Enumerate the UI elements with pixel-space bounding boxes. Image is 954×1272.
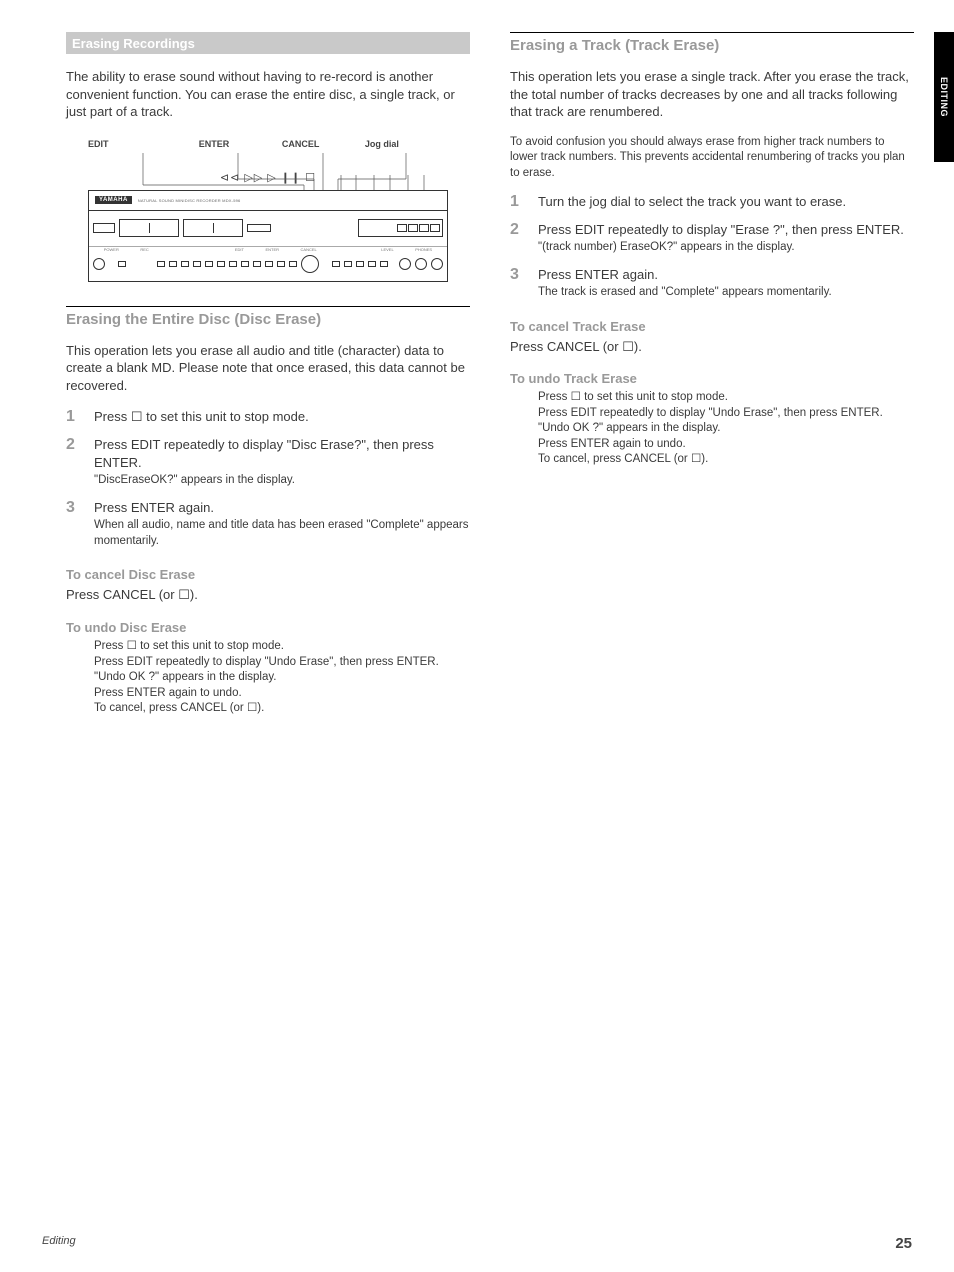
- step-note: The track is erased and "Complete" appea…: [538, 285, 914, 301]
- intro-text: The ability to erase sound without havin…: [66, 68, 470, 121]
- step-3: 3 Press ENTER again. The track is erased…: [510, 266, 914, 301]
- seek-btn-icon: [356, 261, 364, 267]
- step-number: 3: [66, 499, 84, 550]
- btn-icon: [193, 261, 201, 267]
- btn-icon: [181, 261, 189, 267]
- step-1: 1 Press ☐ to set this unit to stop mode.: [66, 408, 470, 426]
- phones-knob-icon: [431, 258, 443, 270]
- callout-jog: Jog dial: [365, 139, 448, 153]
- btn-icon: [169, 261, 177, 267]
- step-text: Press ENTER again.: [94, 499, 470, 517]
- step-2: 2 Press EDIT repeatedly to display "Eras…: [510, 221, 914, 256]
- btn-icon: [289, 261, 297, 267]
- btn-icon: [277, 261, 285, 267]
- product-label: NATURAL SOUND MINIDISC RECORDER MDX-596: [138, 198, 241, 203]
- disc-door2-icon: [183, 219, 243, 237]
- undo-line: To cancel, press CANCEL (or ☐).: [94, 701, 470, 717]
- step-note: "(track number) EraseOK?" appears in the…: [538, 240, 914, 256]
- step-text: Press ENTER again.: [538, 266, 914, 284]
- section-title-bar: Erasing Recordings: [66, 32, 470, 54]
- footer-left: Editing: [42, 1235, 76, 1252]
- step-text: Press EDIT repeatedly to display "Erase …: [538, 221, 914, 239]
- disc-erase-heading: Erasing the Entire Disc (Disc Erase): [66, 311, 470, 328]
- disc-door-icon: [119, 219, 179, 237]
- right-column: Erasing a Track (Track Erase) This opera…: [510, 32, 914, 717]
- cancel-subhead: To cancel Track Erase: [510, 319, 914, 334]
- step-note: When all audio, name and title data has …: [94, 518, 470, 549]
- btn-icon: [253, 261, 261, 267]
- step-text: Turn the jog dial to select the track yo…: [538, 193, 914, 211]
- jog-dial-icon: [301, 255, 319, 273]
- knob-icon: [415, 258, 427, 270]
- callout-edit: EDIT: [88, 139, 199, 153]
- step-number: 1: [66, 408, 84, 426]
- btn-icon: [265, 261, 273, 267]
- left-column: Erasing Recordings The ability to erase …: [66, 32, 470, 717]
- step-note: "DiscEraseOK?" appears in the display.: [94, 473, 470, 489]
- rec-button-icon: [118, 261, 126, 267]
- undo-line: To cancel, press CANCEL (or ☐).: [538, 452, 914, 468]
- side-tab: EDITING: [934, 32, 954, 162]
- btn-icon: [205, 261, 213, 267]
- cancel-text: Press CANCEL (or ☐).: [510, 338, 914, 356]
- step-text: Press EDIT repeatedly to display "Disc E…: [94, 436, 470, 471]
- brand-logo: YAMAHA: [95, 196, 132, 204]
- undo-line: Press ☐ to set this unit to stop mode.: [94, 639, 470, 655]
- step-number: 2: [66, 436, 84, 489]
- cancel-subhead: To cancel Disc Erase: [66, 567, 470, 582]
- undo-line: "Undo OK ?" appears in the display.: [538, 421, 914, 437]
- undo-line: "Undo OK ?" appears in the display.: [94, 670, 470, 686]
- step-number: 1: [510, 193, 528, 211]
- page-content: Erasing Recordings The ability to erase …: [0, 0, 954, 727]
- page-footer: Editing 25: [0, 1235, 954, 1252]
- device-front-panel: YAMAHA NATURAL SOUND MINIDISC RECORDER M…: [88, 190, 448, 282]
- step-2: 2 Press EDIT repeatedly to display "Disc…: [66, 436, 470, 489]
- play-btn-icon: [332, 261, 340, 267]
- step-number: 3: [510, 266, 528, 301]
- track-erase-p2: To avoid confusion you should always era…: [510, 135, 914, 182]
- display-panel: [358, 219, 443, 237]
- seek-btn-icon: [344, 261, 352, 267]
- btn-icon: [229, 261, 237, 267]
- btn-icon: [217, 261, 225, 267]
- undo-block: Press ☐ to set this unit to stop mode. P…: [510, 390, 914, 468]
- track-erase-p1: This operation lets you erase a single t…: [510, 68, 914, 121]
- eject-icon: [247, 224, 271, 232]
- stop-btn-icon: [380, 261, 388, 267]
- slot-icon: [93, 223, 115, 233]
- level-knob-icon: [399, 258, 411, 270]
- btn-icon: [157, 261, 165, 267]
- step-text: Press ☐ to set this unit to stop mode.: [94, 408, 470, 426]
- undo-block: Press ☐ to set this unit to stop mode. P…: [66, 639, 470, 717]
- callout-cancel: CANCEL: [282, 139, 365, 153]
- undo-subhead: To undo Disc Erase: [66, 620, 470, 635]
- undo-line: Press EDIT repeatedly to display "Undo E…: [538, 406, 914, 422]
- step-1: 1 Turn the jog dial to select the track …: [510, 193, 914, 211]
- transport-icons: ⊲⊲ ▷▷ ▷ ❙❙ ☐: [88, 171, 448, 184]
- callout-enter: ENTER: [199, 139, 282, 153]
- device-diagram: EDIT ENTER CANCEL Jog dial ⊲⊲ ▷▷ ▷ ❙❙ ☐: [66, 139, 470, 282]
- undo-subhead: To undo Track Erase: [510, 371, 914, 386]
- undo-line: Press ENTER again to undo.: [94, 686, 470, 702]
- track-erase-heading: Erasing a Track (Track Erase): [510, 37, 914, 54]
- cancel-text: Press CANCEL (or ☐).: [66, 586, 470, 604]
- undo-line: Press ENTER again to undo.: [538, 437, 914, 453]
- step-number: 2: [510, 221, 528, 256]
- page-number: 25: [895, 1235, 912, 1252]
- pause-btn-icon: [368, 261, 376, 267]
- btn-icon: [241, 261, 249, 267]
- step-3: 3 Press ENTER again. When all audio, nam…: [66, 499, 470, 550]
- undo-line: Press EDIT repeatedly to display "Undo E…: [94, 655, 470, 671]
- disc-erase-intro: This operation lets you erase all audio …: [66, 342, 470, 395]
- power-knob-icon: [93, 258, 105, 270]
- undo-line: Press ☐ to set this unit to stop mode.: [538, 390, 914, 406]
